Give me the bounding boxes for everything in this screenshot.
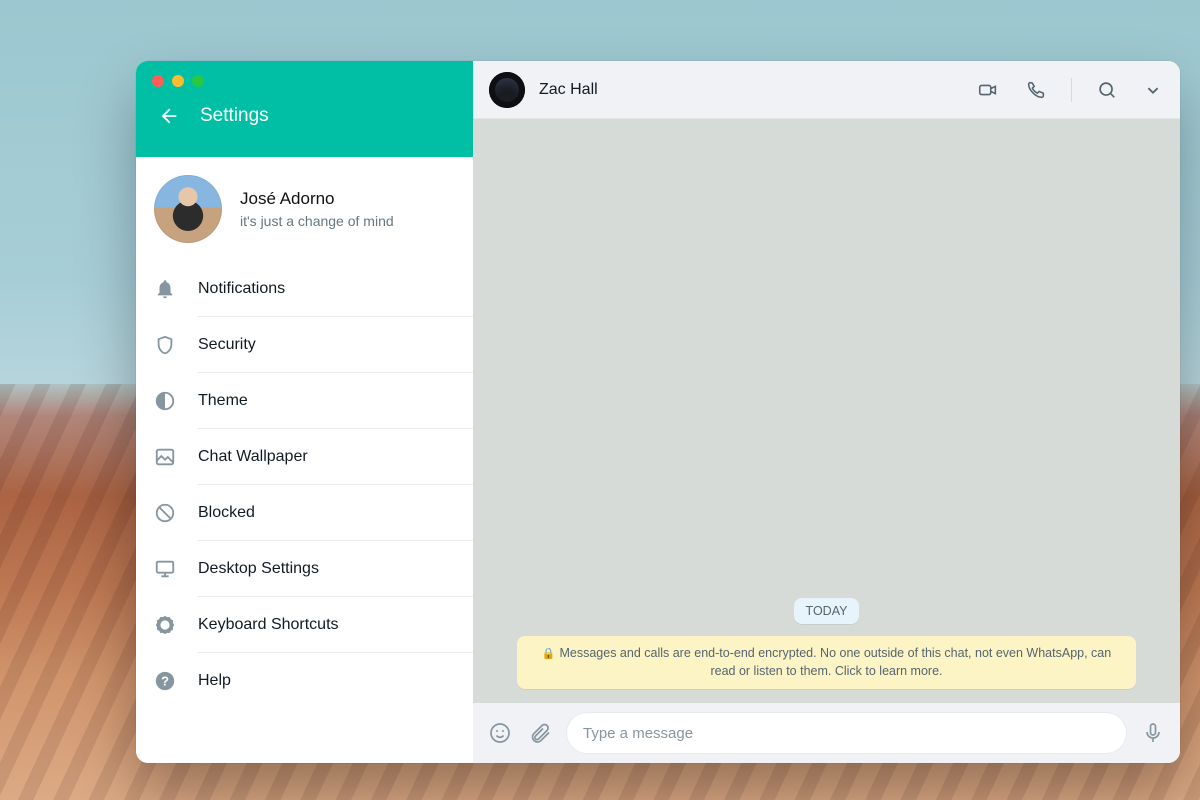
menu-item-help[interactable]: ? Help — [154, 653, 473, 709]
window-zoom-button[interactable] — [192, 75, 204, 87]
monitor-icon — [154, 558, 176, 580]
video-call-button[interactable] — [977, 79, 999, 101]
bell-icon — [154, 278, 176, 300]
settings-title: Settings — [200, 105, 269, 127]
menu-label: Security — [198, 336, 256, 354]
back-button[interactable] — [158, 105, 180, 127]
window-minimize-button[interactable] — [172, 75, 184, 87]
menu-item-theme[interactable]: Theme — [154, 373, 473, 429]
attach-button[interactable] — [527, 720, 553, 746]
contact-name[interactable]: Zac Hall — [539, 81, 598, 99]
encryption-notice[interactable]: 🔒Messages and calls are end-to-end encry… — [517, 636, 1136, 690]
settings-menu: Notifications Security Theme Chat Wallpa… — [136, 261, 473, 717]
emoji-button[interactable] — [487, 720, 513, 746]
menu-label: Desktop Settings — [198, 560, 319, 578]
message-input-wrapper[interactable] — [567, 713, 1126, 753]
chat-menu-button[interactable] — [1142, 79, 1164, 101]
voice-call-button[interactable] — [1025, 79, 1047, 101]
message-composer — [473, 703, 1180, 763]
menu-label: Notifications — [198, 280, 285, 298]
contact-avatar[interactable] — [489, 72, 525, 108]
menu-label: Chat Wallpaper — [198, 448, 308, 466]
svg-text:?: ? — [161, 674, 169, 689]
message-input[interactable] — [583, 725, 1110, 742]
theme-icon — [154, 390, 176, 412]
menu-item-keyboard-shortcuts[interactable]: Keyboard Shortcuts — [154, 597, 473, 653]
settings-panel: Settings José Adorno it's just a change … — [136, 61, 473, 763]
chat-panel: Zac Hall TODAY 🔒Messages and calls are e… — [473, 61, 1180, 763]
menu-item-desktop-settings[interactable]: Desktop Settings — [154, 541, 473, 597]
shield-icon — [154, 334, 176, 356]
menu-label: Theme — [198, 392, 248, 410]
settings-header: Settings — [136, 61, 473, 157]
chat-body: TODAY 🔒Messages and calls are end-to-end… — [473, 119, 1180, 703]
help-icon: ? — [154, 670, 176, 692]
date-divider: TODAY — [794, 598, 860, 624]
gear-badge-icon — [154, 614, 176, 636]
app-window: Settings José Adorno it's just a change … — [136, 61, 1180, 763]
blocked-icon — [154, 502, 176, 524]
profile-status: it's just a change of mind — [240, 213, 394, 229]
profile-avatar — [154, 175, 222, 243]
image-icon — [154, 446, 176, 468]
menu-label: Blocked — [198, 504, 255, 522]
voice-record-button[interactable] — [1140, 720, 1166, 746]
macos-traffic-lights — [136, 61, 473, 87]
search-in-chat-button[interactable] — [1096, 79, 1118, 101]
profile-name: José Adorno — [240, 189, 394, 209]
menu-item-blocked[interactable]: Blocked — [154, 485, 473, 541]
chat-header: Zac Hall — [473, 61, 1180, 119]
header-separator — [1071, 78, 1072, 102]
menu-label: Keyboard Shortcuts — [198, 616, 339, 634]
lock-icon: 🔒 — [542, 648, 556, 660]
menu-item-security[interactable]: Security — [154, 317, 473, 373]
menu-item-notifications[interactable]: Notifications — [154, 261, 473, 317]
profile-row[interactable]: José Adorno it's just a change of mind — [136, 157, 473, 261]
menu-item-chat-wallpaper[interactable]: Chat Wallpaper — [154, 429, 473, 485]
window-close-button[interactable] — [152, 75, 164, 87]
menu-label: Help — [198, 672, 231, 690]
encryption-text: Messages and calls are end-to-end encryp… — [559, 646, 1111, 679]
